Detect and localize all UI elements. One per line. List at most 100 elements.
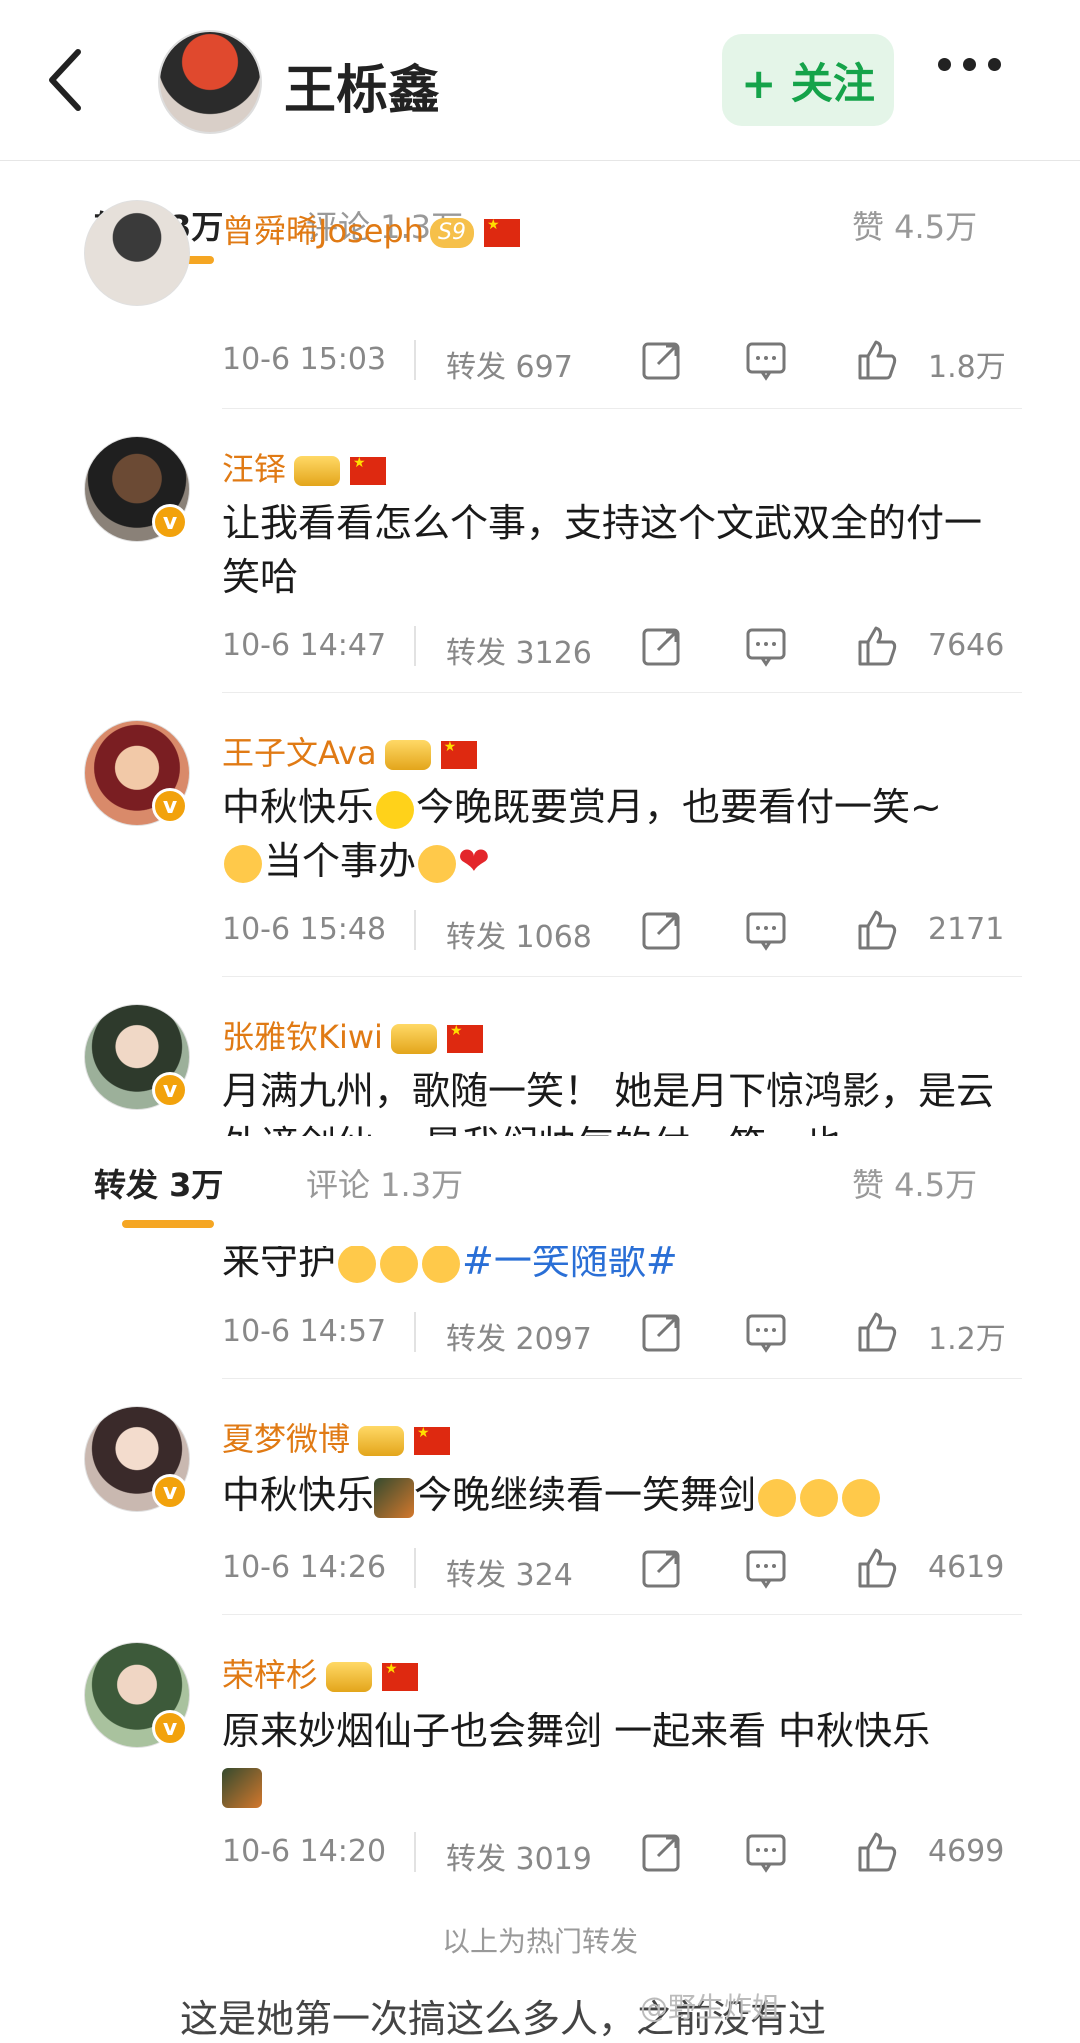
user-name[interactable]: 曾舜晞Joseph S9 — [222, 206, 520, 252]
separator — [414, 910, 416, 950]
action-row: 10-6 14:47 转发 3126 7646 — [222, 616, 1022, 676]
user-name[interactable]: 荣梓杉 — [222, 1650, 419, 1696]
verified-badge-icon: v — [152, 1710, 188, 1746]
user-name-text: 夏梦微博 — [222, 1420, 351, 1458]
post-time: 10-6 14:26 — [222, 1550, 387, 1585]
like-count: 4619 — [928, 1550, 1005, 1585]
top-bar: 王栎鑫 + 关注 — [0, 0, 1080, 161]
like-count: 4699 — [928, 1834, 1005, 1869]
profile-name[interactable]: 王栎鑫 — [284, 48, 440, 123]
profile-avatar[interactable] — [158, 30, 262, 134]
verified-badge-icon: v — [152, 1474, 188, 1510]
watermark: @野生炸姐 — [640, 1991, 781, 2024]
user-name-text: 荣梓杉 — [222, 1656, 319, 1694]
comment-text: 中秋快乐 今晚继续看一笑舞剑 — [222, 1468, 1012, 1522]
comment-icon[interactable] — [744, 1830, 788, 1874]
divider — [222, 692, 1022, 693]
hot-repost-footer: 以上为热门转发 — [441, 1925, 638, 1958]
flag-icon — [440, 739, 477, 769]
like-count: 1.2万 — [928, 1322, 1006, 1357]
follow-button[interactable]: + 关注 — [722, 34, 894, 126]
crown-badge-icon — [294, 456, 341, 486]
action-row: 10-6 15:48 转发 1068 2171 — [222, 900, 1022, 960]
separator — [414, 1548, 416, 1588]
like-icon[interactable] — [854, 1546, 898, 1590]
repost-count[interactable]: 转发 3019 — [446, 1834, 592, 1878]
tab-like[interactable]: 赞 4.5万 — [852, 202, 977, 248]
user-name-text: 汪铎 — [222, 450, 287, 488]
divider — [222, 1614, 1022, 1615]
tab-indicator — [122, 1220, 214, 1228]
action-row: 10-6 14:20 转发 3019 4699 — [222, 1822, 1022, 1882]
like-icon[interactable] — [854, 1830, 898, 1874]
separator — [414, 1312, 416, 1352]
separator — [414, 340, 416, 380]
share-icon[interactable] — [640, 1546, 684, 1590]
repost-count[interactable]: 转发 2097 — [446, 1314, 592, 1358]
verified-badge-icon: v — [152, 504, 188, 540]
comment-icon[interactable] — [744, 624, 788, 668]
share-icon[interactable] — [640, 338, 684, 382]
post-time: 10-6 14:20 — [222, 1834, 387, 1869]
repost-count[interactable]: 转发 697 — [446, 342, 573, 386]
user-name[interactable]: 汪铎 — [222, 444, 387, 490]
verified-badge-icon: v — [152, 1072, 188, 1108]
level-badge: S9 — [429, 218, 474, 248]
heart-emoji-icon: ❤ — [458, 839, 490, 883]
crown-badge-icon — [390, 1024, 437, 1054]
comment-icon[interactable] — [744, 908, 788, 952]
action-row: 10-6 14:57 转发 2097 1.2万 — [222, 1302, 1022, 1362]
share-icon[interactable] — [640, 1310, 684, 1354]
comment-text-part: 当个事办 — [264, 839, 417, 883]
comment-text-part: 中秋快乐 — [222, 785, 375, 829]
user-name[interactable]: 王子文Ava — [222, 728, 477, 774]
user-avatar[interactable] — [84, 200, 190, 306]
separator — [414, 626, 416, 666]
happy-emoji-icon — [800, 1478, 839, 1517]
tab-comment[interactable]: 评论 1.3万 — [306, 1160, 463, 1206]
like-icon[interactable] — [854, 338, 898, 382]
comment-icon[interactable] — [744, 1310, 788, 1354]
repost-count[interactable]: 转发 1068 — [446, 912, 592, 956]
crying-emoji-icon — [338, 1244, 377, 1283]
repost-count[interactable]: 转发 324 — [446, 1550, 573, 1594]
share-icon[interactable] — [640, 1830, 684, 1874]
share-icon[interactable] — [640, 624, 684, 668]
divider — [222, 976, 1022, 977]
back-arrow-icon[interactable] — [40, 40, 100, 120]
comment-text-part: 中秋快乐 — [222, 1473, 375, 1517]
post-time: 10-6 14:57 — [222, 1314, 387, 1349]
post-time: 10-6 15:48 — [222, 912, 387, 947]
tab-like[interactable]: 赞 4.5万 — [852, 1160, 977, 1206]
user-name-text: 张雅钦Kiwi — [222, 1018, 383, 1056]
flag-icon — [414, 1425, 451, 1455]
comment-text-part: 今晚继续看一笑舞剑 — [414, 1473, 757, 1517]
comment-text-part: 原来妙烟仙子也会舞剑 一起来看 中秋快乐 — [222, 1709, 931, 1753]
crown-badge-icon — [358, 1426, 405, 1456]
comment-icon[interactable] — [744, 1546, 788, 1590]
user-name-text: 曾舜晞Joseph — [222, 212, 424, 250]
like-icon[interactable] — [854, 624, 898, 668]
comment-icon[interactable] — [744, 338, 788, 382]
like-icon[interactable] — [854, 1310, 898, 1354]
user-name[interactable]: 夏梦微博 — [222, 1414, 451, 1460]
flag-icon — [382, 1661, 419, 1691]
action-row: 10-6 14:26 转发 324 4619 — [222, 1538, 1022, 1598]
divider — [222, 408, 1022, 409]
action-row: 10-6 15:03 转发 697 1.8万 — [222, 330, 1022, 390]
like-icon[interactable] — [854, 908, 898, 952]
share-icon[interactable] — [640, 908, 684, 952]
repost-count[interactable]: 转发 3126 — [446, 628, 592, 672]
more-options-icon[interactable] — [938, 56, 1018, 96]
user-name[interactable]: 张雅钦Kiwi — [222, 1012, 483, 1058]
flag-icon — [350, 455, 387, 485]
comment-text: 原来妙烟仙子也会舞剑 一起来看 中秋快乐 — [222, 1704, 1012, 1812]
like-count: 1.8万 — [928, 350, 1006, 385]
crown-badge-icon — [384, 740, 431, 770]
tab-repost[interactable]: 转发 3万 — [94, 1160, 223, 1206]
flag-icon — [483, 217, 520, 247]
post-time: 10-6 14:47 — [222, 628, 387, 663]
post-time: 10-6 15:03 — [222, 342, 387, 377]
comment-text: 让我看看怎么个事，支持这个文武双全的付一笑哈 — [222, 501, 983, 599]
laugh-emoji-icon — [418, 844, 457, 883]
